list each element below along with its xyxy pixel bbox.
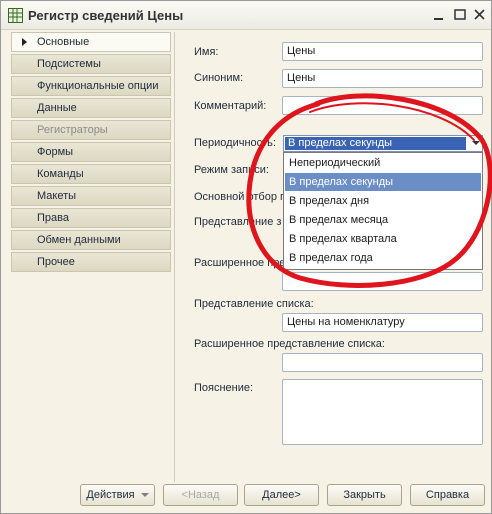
back-button[interactable]: <Назад (163, 484, 238, 506)
sidebar-item-label: Прочее (37, 256, 75, 268)
extended-record-presentation-field[interactable] (282, 272, 483, 291)
sidebar-item-forms[interactable]: Формы (11, 142, 171, 162)
name-label: Имя: (194, 46, 219, 58)
sidebar-item-commands[interactable]: Команды (11, 164, 171, 184)
maximize-icon[interactable] (453, 9, 467, 21)
synonym-label: Синоним: (194, 72, 244, 84)
list-presentation-label: Представление списка: (194, 298, 314, 310)
sidebar-item-label: Подсистемы (37, 58, 101, 70)
periodicity-label: Периодичность: (194, 137, 276, 149)
sidebar-item-basic[interactable]: Основные (11, 32, 171, 52)
periodicity-selected-value: В пределах секунды (285, 137, 466, 150)
actions-button[interactable]: Действия (80, 484, 155, 506)
sidebar-item-recorders[interactable]: Регистраторы (11, 120, 171, 140)
close-icon[interactable] (473, 9, 487, 21)
next-button[interactable]: Далее> (244, 484, 319, 506)
periodicity-option-non-periodic[interactable]: Непериодический (285, 154, 481, 172)
help-button[interactable]: Справка (410, 484, 485, 506)
register-editor-window: Регистр сведений Цены Основные Подсистем… (0, 0, 492, 514)
main-filter-label: Основной отбор п (194, 191, 286, 203)
sidebar-item-data[interactable]: Данные (11, 98, 171, 118)
extended-list-presentation-label: Расширенное представление списка: (194, 338, 385, 350)
sidebar-item-label: Права (37, 212, 69, 224)
sidebar-item-subsystems[interactable]: Подсистемы (11, 54, 171, 74)
close-button[interactable]: Закрыть (327, 484, 402, 506)
window-title: Регистр сведений Цены (28, 8, 184, 23)
comment-field[interactable] (282, 96, 483, 115)
periodicity-option-quarter[interactable]: В пределах квартала (285, 230, 481, 248)
explanation-field[interactable] (282, 379, 483, 445)
sidebar-item-other[interactable]: Прочее (11, 252, 171, 272)
record-presentation-label: Представление з (194, 216, 282, 228)
current-section-arrow-icon (22, 38, 27, 46)
sidebar-item-label: Команды (37, 168, 84, 180)
periodicity-option-second[interactable]: В пределах секунды (285, 173, 481, 191)
sidebar-item-label: Макеты (37, 190, 77, 202)
sidebar-item-label: Регистраторы (37, 124, 108, 136)
chevron-down-icon (140, 493, 149, 497)
minimize-icon[interactable] (432, 9, 446, 21)
list-presentation-field[interactable]: Цены на номенклатуру (282, 313, 483, 332)
comment-label: Комментарий: (194, 100, 267, 112)
sidebar-item-label: Функциональные опции (37, 80, 159, 92)
periodicity-option-day[interactable]: В пределах дня (285, 192, 481, 210)
register-icon (8, 8, 23, 23)
periodicity-option-year[interactable]: В пределах года (285, 249, 481, 267)
name-field[interactable]: Цены (282, 42, 483, 61)
chevron-down-icon[interactable] (472, 141, 480, 145)
sections-sidebar: Основные Подсистемы Функциональные опции… (11, 32, 175, 482)
sidebar-item-functional-options[interactable]: Функциональные опции (11, 76, 171, 96)
title-bar: Регистр сведений Цены (1, 1, 491, 30)
extended-list-presentation-field[interactable] (282, 353, 483, 372)
sidebar-item-templates[interactable]: Макеты (11, 186, 171, 206)
sidebar-item-label: Данные (37, 102, 77, 114)
sidebar-item-label: Формы (37, 146, 74, 158)
sidebar-item-label: Обмен данными (37, 234, 121, 246)
sidebar-item-data-exchange[interactable]: Обмен данными (11, 230, 171, 250)
periodicity-option-month[interactable]: В пределах месяца (285, 211, 481, 229)
explanation-label: Пояснение: (194, 382, 254, 394)
sidebar-item-label: Основные (37, 36, 90, 48)
sidebar-item-rights[interactable]: Права (11, 208, 171, 228)
actions-button-label: Действия (86, 489, 135, 501)
synonym-field[interactable]: Цены (282, 69, 483, 88)
periodicity-dropdown-list: Непериодический В пределах секунды В пре… (283, 152, 483, 270)
write-mode-label: Режим записи: (194, 164, 269, 176)
periodicity-select[interactable]: В пределах секунды (283, 135, 483, 152)
extended-record-presentation-label: Расширенное пре (194, 257, 286, 269)
